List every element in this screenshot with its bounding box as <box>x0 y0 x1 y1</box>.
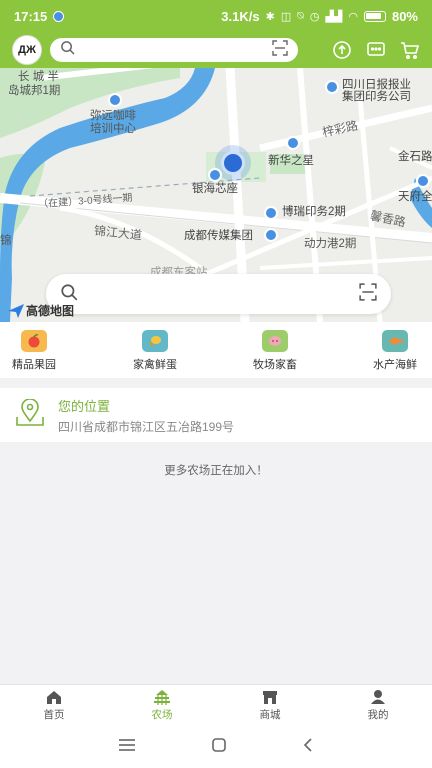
map-poi-pin[interactable] <box>264 206 278 220</box>
tab-label: 我的 <box>367 709 389 721</box>
seafood-icon <box>382 330 408 352</box>
map-label-yinwu: 集团印务公司 <box>342 91 411 103</box>
home-button-icon[interactable] <box>211 737 227 758</box>
tab-label: 首页 <box>43 709 65 721</box>
map-poi-pin[interactable] <box>264 228 278 242</box>
status-time: 17:15 <box>14 8 48 24</box>
map-label-daocheng: 岛城邦1期 <box>8 85 61 97</box>
wifi-icon: ◠ <box>348 10 358 23</box>
map-poi-pin[interactable] <box>416 174 430 188</box>
amap-arrow-icon <box>8 303 24 318</box>
map-poi-pin[interactable] <box>286 136 300 150</box>
map-label-chuanmei: 成都传媒集团 <box>184 230 253 242</box>
category-poultry[interactable]: 家禽鲜蛋 <box>133 330 177 372</box>
bluetooth-icon: ✱ <box>265 10 275 23</box>
tab-farm[interactable]: 农场 <box>108 685 216 726</box>
category-row: 精品果园 家禽鲜蛋 牧场家畜 水产海鲜 <box>0 322 432 378</box>
system-nav-bar <box>0 726 432 768</box>
scan-icon[interactable] <box>359 282 377 306</box>
current-location-marker[interactable] <box>221 151 245 175</box>
back-icon[interactable] <box>302 737 314 758</box>
search-icon <box>60 40 75 60</box>
app-logo[interactable]: ДЖ <box>12 35 42 65</box>
profile-icon <box>371 690 385 704</box>
fruit-icon <box>21 330 47 352</box>
map-poi-pin[interactable] <box>208 168 222 182</box>
network-speed: 3.1K/s <box>221 8 260 24</box>
header-search-bar[interactable] <box>50 38 298 62</box>
alarm-icon: ◷ <box>309 10 320 23</box>
telegram-icon <box>53 10 65 22</box>
map-label-borui: 博瑞印务2期 <box>282 206 346 218</box>
amap-logo-text: 高德地图 <box>26 304 75 318</box>
logo-text: ДЖ <box>18 44 36 56</box>
map-label-xinhua: 新华之星 <box>268 155 314 167</box>
category-label: 水产海鲜 <box>373 359 417 371</box>
map-label-jin-side: 锦 <box>0 235 12 247</box>
map-poi-pin[interactable] <box>108 93 122 107</box>
category-label: 家禽鲜蛋 <box>133 359 177 371</box>
map-label-tianfu: 天府全 <box>398 191 432 203</box>
scan-icon[interactable] <box>272 39 288 61</box>
farm-icon <box>154 690 170 705</box>
location-address: 四川省成都市锦江区五冶路199号 <box>58 419 235 434</box>
category-label: 精品果园 <box>12 359 56 371</box>
tab-label: 商城 <box>259 709 281 721</box>
signal-hd-icon: ▟▟ <box>325 10 343 23</box>
poultry-icon <box>142 330 168 352</box>
map-label-miyuan: 弥远咖啡 <box>90 110 136 122</box>
map-label-changcheng: 长 城 半 <box>18 71 59 83</box>
location-pin-icon <box>14 397 46 432</box>
vibrate-icon: ◫ <box>280 10 292 23</box>
amap-logo: 高德地图 <box>8 302 74 319</box>
map-label-dongli: 动力港2期 <box>304 238 357 250</box>
map-poi-pin[interactable] <box>325 80 339 94</box>
message-icon[interactable] <box>366 40 386 60</box>
category-livestock[interactable]: 牧场家畜 <box>253 330 297 372</box>
battery-icon <box>363 10 386 22</box>
store-icon <box>263 691 277 704</box>
tab-label: 农场 <box>151 709 173 721</box>
menu-icon[interactable] <box>118 738 136 757</box>
category-fruit[interactable]: 精品果园 <box>12 330 56 372</box>
map-label-jinshi: 金石路 <box>398 151 432 163</box>
category-label: 牧场家畜 <box>253 359 297 371</box>
status-bar: 17:15 3.1K/s ✱ ◫ ⍉ ◷ ▟▟ ◠ 80% <box>0 0 432 32</box>
more-farms-text: 更多农场正在加入！ <box>164 465 268 477</box>
map-view[interactable]: 长 城 半 岛城邦1期 弥远咖啡 培训中心 四川日报报业 集团印务公司 梓彩路 … <box>0 68 432 322</box>
battery-level: 80% <box>391 8 418 24</box>
upload-icon[interactable] <box>332 40 352 60</box>
mute-icon: ⍉ <box>297 9 304 22</box>
category-seafood[interactable]: 水产海鲜 <box>373 330 417 372</box>
tab-store[interactable]: 商城 <box>216 685 324 726</box>
map-label-yinhai: 银海芯座 <box>192 183 238 195</box>
location-card[interactable]: 您的位置 四川省成都市锦江区五冶路199号 <box>0 388 432 442</box>
livestock-icon <box>262 330 288 352</box>
map-label-peixun: 培训中心 <box>90 123 136 135</box>
location-title: 您的位置 <box>58 398 111 414</box>
cart-icon[interactable] <box>400 40 420 60</box>
app-header: ДЖ <box>0 32 432 68</box>
map-search-bar[interactable] <box>46 274 391 314</box>
tab-profile[interactable]: 我的 <box>324 685 432 726</box>
tab-home[interactable]: 首页 <box>0 685 108 726</box>
home-icon <box>47 691 61 704</box>
bottom-tab-bar: 首页 农场 商城 我的 <box>0 684 432 726</box>
